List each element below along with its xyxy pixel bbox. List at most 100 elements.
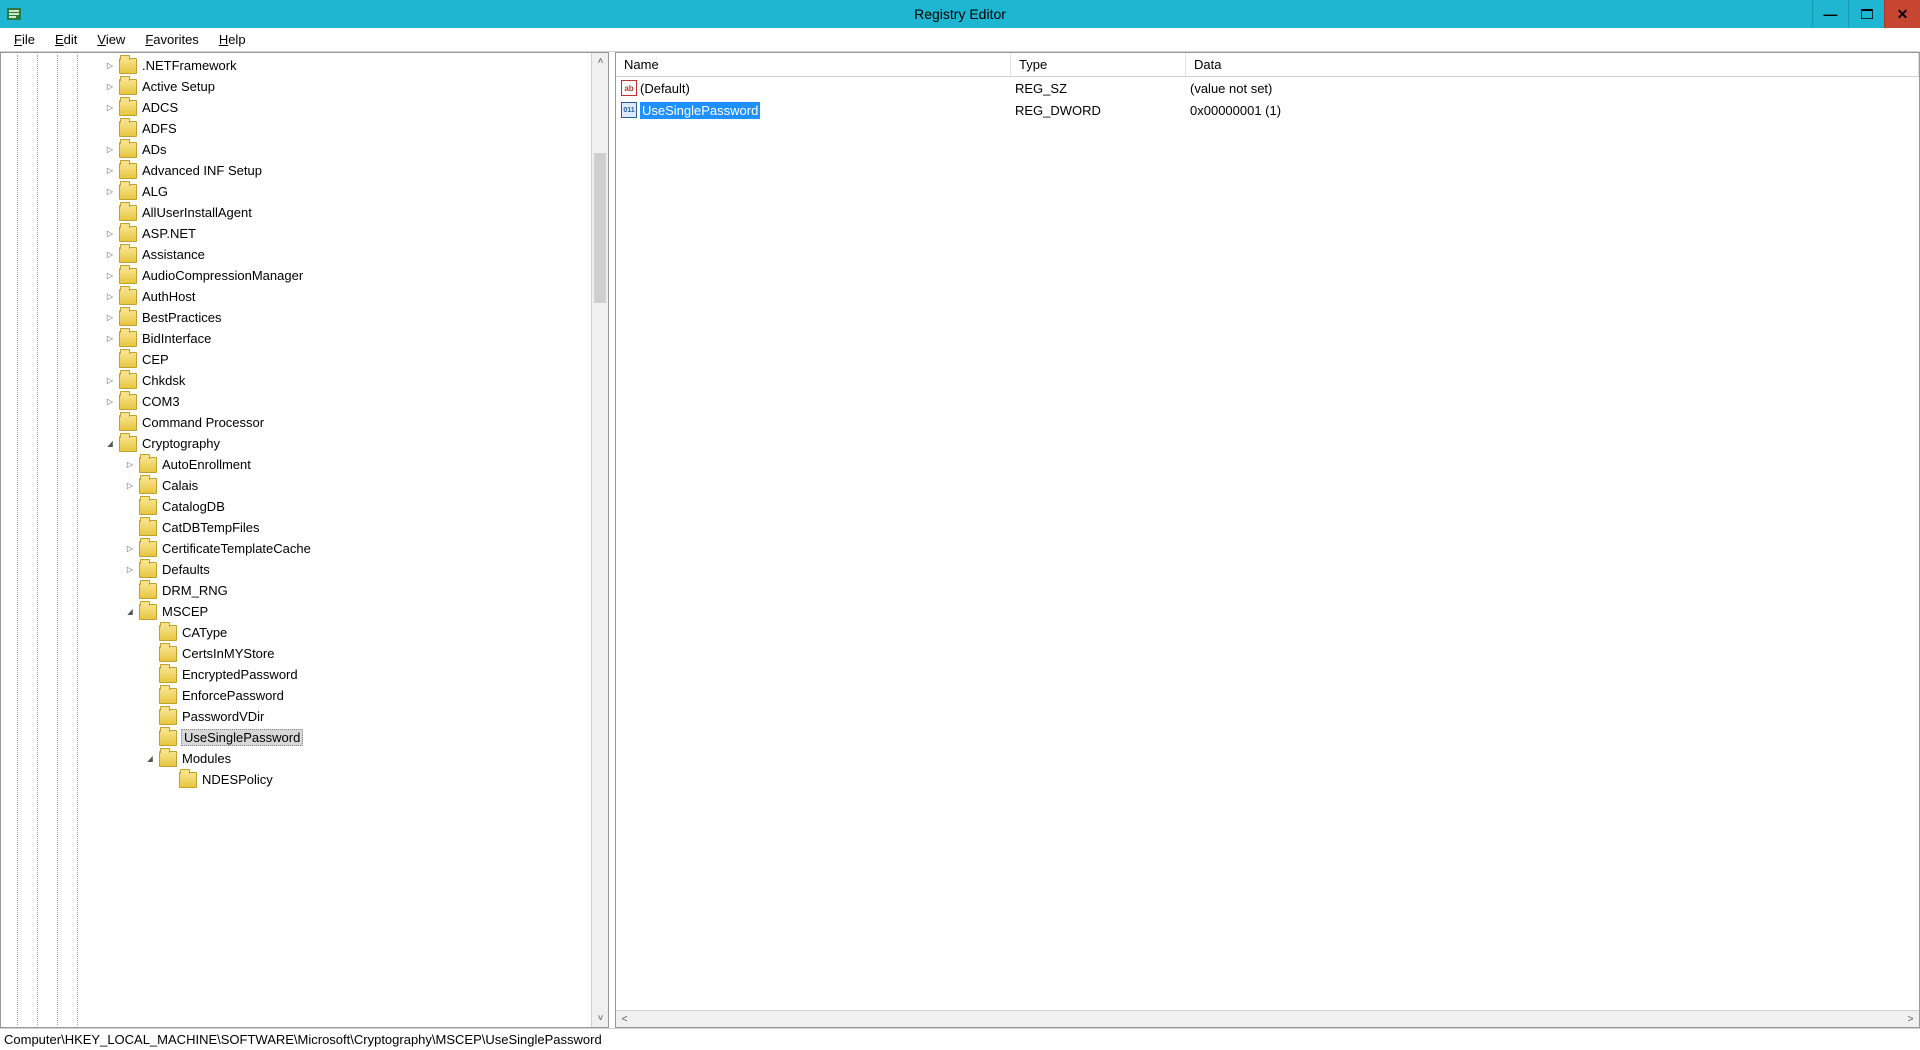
expand-icon[interactable] <box>103 292 117 301</box>
reg-string-icon: ab <box>620 79 638 97</box>
tree-item[interactable]: Modules <box>3 748 591 769</box>
values-list[interactable]: ab(Default)REG_SZ(value not set)011UseSi… <box>616 77 1919 1010</box>
menu-view[interactable]: View <box>87 30 135 49</box>
expand-icon[interactable] <box>103 334 117 343</box>
expand-icon[interactable] <box>103 103 117 112</box>
close-button[interactable]: ✕ <box>1884 0 1920 28</box>
tree-item[interactable]: ALG <box>3 181 591 202</box>
tree-item[interactable]: AudioCompressionManager <box>3 265 591 286</box>
tree-item[interactable]: ADs <box>3 139 591 160</box>
tree-item[interactable]: BidInterface <box>3 328 591 349</box>
folder-icon <box>119 352 137 368</box>
tree-item[interactable]: Cryptography <box>3 433 591 454</box>
tree-item[interactable]: MSCEP <box>3 601 591 622</box>
tree-item[interactable]: AutoEnrollment <box>3 454 591 475</box>
tree-item[interactable]: Chkdsk <box>3 370 591 391</box>
tree-item[interactable]: BestPractices <box>3 307 591 328</box>
values-pane[interactable]: Name Type Data ab(Default)REG_SZ(value n… <box>615 52 1920 1028</box>
tree-pane[interactable]: .NETFrameworkActive Setup ADCS ADFS ADs Adva… <box>0 52 609 1028</box>
column-name[interactable]: Name <box>616 53 1011 76</box>
tree-item[interactable]: Active Setup <box>3 76 591 97</box>
tree-item[interactable]: CatDBTempFiles <box>3 517 591 538</box>
tree-item[interactable]: PasswordVDir <box>3 706 591 727</box>
tree-item-label: COM3 <box>141 394 181 409</box>
scroll-up-icon[interactable]: ˄ <box>592 53 609 70</box>
expand-icon[interactable] <box>103 313 117 322</box>
expand-icon[interactable] <box>123 460 137 469</box>
values-hscrollbar[interactable]: ˂ ˃ <box>616 1010 1919 1027</box>
expand-icon[interactable] <box>103 82 117 91</box>
menu-favorites[interactable]: Favorites <box>135 30 208 49</box>
scroll-right-icon[interactable]: ˃ <box>1902 1011 1919 1028</box>
expand-icon[interactable] <box>103 250 117 259</box>
tree-item-label: ADCS <box>141 100 179 115</box>
tree-item[interactable]: Command Processor <box>3 412 591 433</box>
tree-item[interactable]: CatalogDB <box>3 496 591 517</box>
expand-icon[interactable] <box>103 166 117 175</box>
scroll-down-icon[interactable]: ˅ <box>592 1010 609 1027</box>
values-header: Name Type Data <box>616 53 1919 77</box>
tree-item[interactable]: ADFS <box>3 118 591 139</box>
folder-icon <box>139 499 157 515</box>
tree-item[interactable]: Calais <box>3 475 591 496</box>
tree-item-label: CAType <box>181 625 228 640</box>
collapse-icon[interactable] <box>103 439 117 448</box>
tree-item[interactable]: CAType <box>3 622 591 643</box>
expand-icon[interactable] <box>103 271 117 280</box>
registry-tree[interactable]: .NETFrameworkActive Setup ADCS ADFS ADs Adva… <box>3 55 591 790</box>
tree-item[interactable]: Assistance <box>3 244 591 265</box>
tree-item[interactable]: EncryptedPassword <box>3 664 591 685</box>
tree-item[interactable]: COM3 <box>3 391 591 412</box>
folder-icon <box>139 604 157 620</box>
menu-help[interactable]: Help <box>209 30 256 49</box>
tree-item-label: MSCEP <box>161 604 209 619</box>
tree-item-label: Advanced INF Setup <box>141 163 263 178</box>
expand-icon[interactable] <box>103 397 117 406</box>
folder-icon <box>179 772 197 788</box>
expand-icon[interactable] <box>123 481 137 490</box>
folder-icon <box>159 688 177 704</box>
column-data[interactable]: Data <box>1186 53 1919 76</box>
window-buttons: — ✕ <box>1812 0 1920 28</box>
list-row[interactable]: ab(Default)REG_SZ(value not set) <box>616 77 1919 99</box>
tree-item[interactable]: ASP.NET <box>3 223 591 244</box>
scroll-thumb[interactable] <box>594 153 606 303</box>
menu-file[interactable]: File <box>4 30 45 49</box>
expand-icon[interactable] <box>103 187 117 196</box>
scroll-left-icon[interactable]: ˂ <box>616 1011 633 1028</box>
folder-icon <box>139 562 157 578</box>
expand-icon[interactable] <box>103 376 117 385</box>
tree-item[interactable]: Defaults <box>3 559 591 580</box>
tree-item[interactable]: CEP <box>3 349 591 370</box>
expand-icon[interactable] <box>103 145 117 154</box>
tree-item[interactable]: ADCS <box>3 97 591 118</box>
expand-icon[interactable] <box>103 229 117 238</box>
menu-edit[interactable]: Edit <box>45 30 87 49</box>
tree-item[interactable]: EnforcePassword <box>3 685 591 706</box>
value-type: REG_SZ <box>1011 81 1186 96</box>
expand-icon[interactable] <box>123 565 137 574</box>
column-type[interactable]: Type <box>1011 53 1186 76</box>
tree-item[interactable]: NDESPolicy <box>3 769 591 790</box>
expand-icon[interactable] <box>103 61 117 70</box>
tree-item-label: CatalogDB <box>161 499 226 514</box>
expand-icon[interactable] <box>123 544 137 553</box>
tree-item[interactable]: AllUserInstallAgent <box>3 202 591 223</box>
tree-item[interactable]: .NETFramework <box>3 55 591 76</box>
folder-icon <box>159 646 177 662</box>
tree-item[interactable]: UseSinglePassword <box>3 727 591 748</box>
maximize-button[interactable] <box>1848 0 1884 28</box>
tree-item-label: Calais <box>161 478 199 493</box>
tree-item[interactable]: CertsInMYStore <box>3 643 591 664</box>
tree-scrollbar[interactable]: ˄ ˅ <box>591 53 608 1027</box>
tree-item[interactable]: AuthHost <box>3 286 591 307</box>
collapse-icon[interactable] <box>143 754 157 763</box>
tree-item[interactable]: CertificateTemplateCache <box>3 538 591 559</box>
tree-item[interactable]: DRM_RNG <box>3 580 591 601</box>
collapse-icon[interactable] <box>123 607 137 616</box>
list-row[interactable]: 011UseSinglePasswordREG_DWORD0x00000001 … <box>616 99 1919 121</box>
minimize-button[interactable]: — <box>1812 0 1848 28</box>
tree-item[interactable]: Advanced INF Setup <box>3 160 591 181</box>
tree-item-label: ADFS <box>141 121 178 136</box>
folder-icon <box>119 247 137 263</box>
